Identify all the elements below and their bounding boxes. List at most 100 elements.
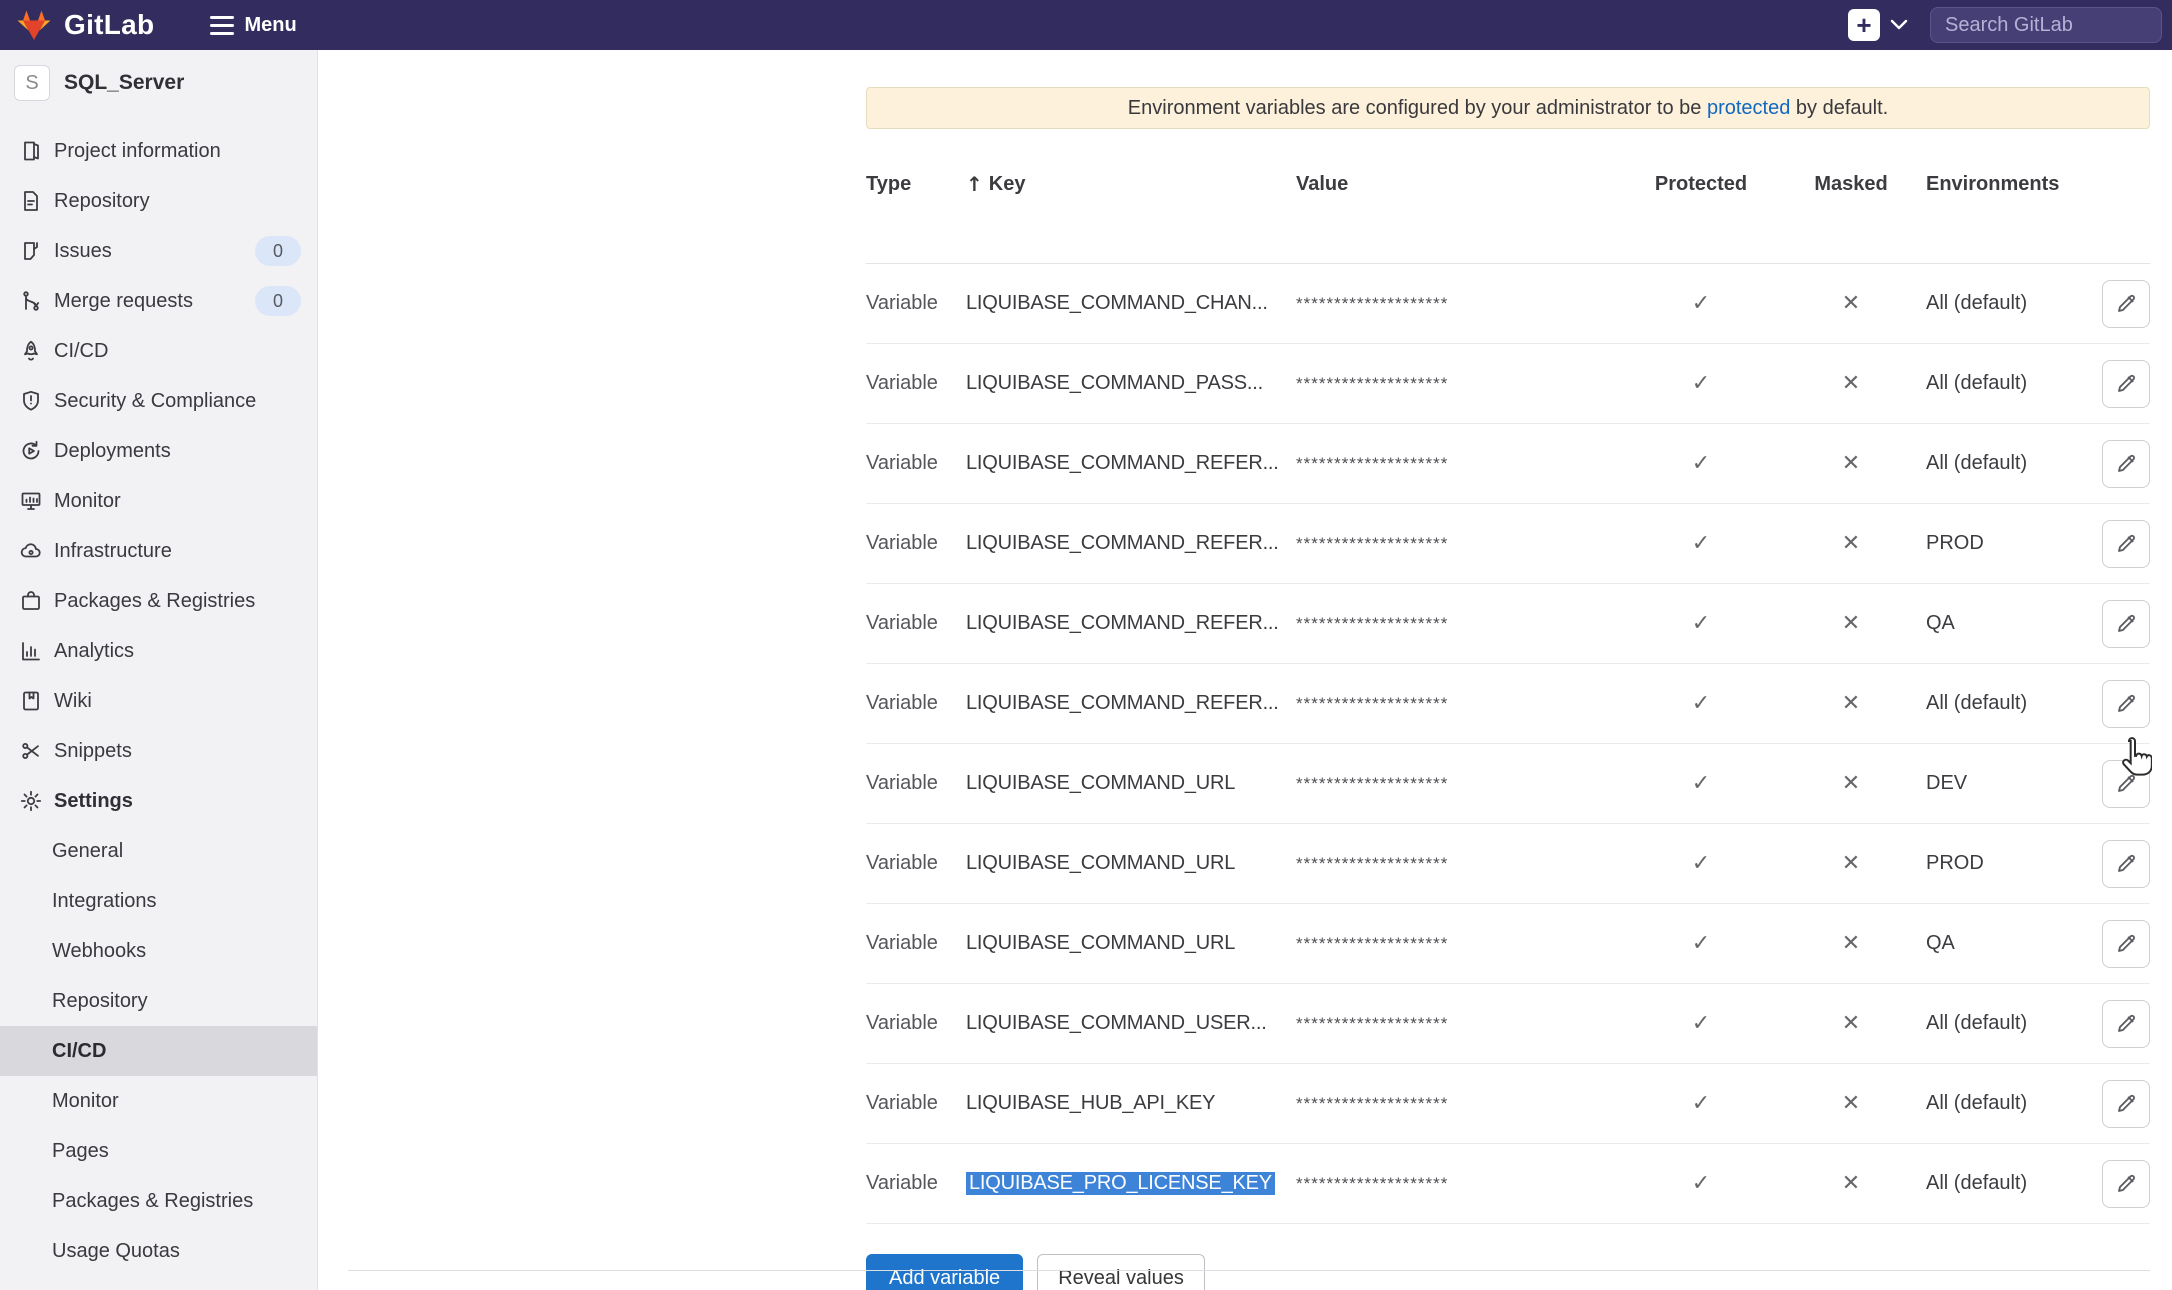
variable-key: LIQUIBASE_COMMAND_PASS... <box>966 372 1296 395</box>
edit-variable-button[interactable] <box>2102 280 2150 328</box>
section-divider <box>348 1270 2150 1271</box>
project-avatar: S <box>14 65 50 101</box>
top-navbar: GitLab Menu + <box>0 0 2172 50</box>
sidebar-item-settings-usage-quotas[interactable]: Usage Quotas <box>0 1226 317 1276</box>
variable-type: Variable <box>866 1172 966 1195</box>
sidebar-item-snippets[interactable]: Snippets <box>0 726 317 776</box>
sidebar-item-repository[interactable]: Repository <box>0 176 317 226</box>
variable-row: Variable LIQUIBASE_COMMAND_REFER... ****… <box>866 424 2150 504</box>
variable-row: Variable LIQUIBASE_COMMAND_URL *********… <box>866 824 2150 904</box>
search-input[interactable] <box>1930 7 2162 43</box>
variable-row: Variable LIQUIBASE_COMMAND_CHAN... *****… <box>866 264 2150 344</box>
variable-row: Variable LIQUIBASE_HUB_API_KEY *********… <box>866 1064 2150 1144</box>
gitlab-wordmark: GitLab <box>64 9 154 41</box>
sidebar-item-label: Repository <box>54 190 317 213</box>
sidebar-item-settings-pages[interactable]: Pages <box>0 1126 317 1176</box>
menu-button[interactable]: Menu <box>210 14 296 37</box>
masked-x-icon: ✕ <box>1842 851 1860 876</box>
monitor-icon <box>18 488 44 514</box>
banner-text-after: by default. <box>1790 97 1888 119</box>
variable-environments: PROD <box>1926 852 2092 875</box>
edit-variable-button[interactable] <box>2102 920 2150 968</box>
variable-type: Variable <box>866 1092 966 1115</box>
sidebar-item-settings-ci-cd[interactable]: CI/CD <box>0 1026 317 1076</box>
sidebar-item-label: Usage Quotas <box>52 1240 317 1263</box>
edit-variable-button[interactable] <box>2102 680 2150 728</box>
masked-x-icon: ✕ <box>1842 931 1860 956</box>
edit-variable-button[interactable] <box>2102 1000 2150 1048</box>
protected-check-icon: ✓ <box>1692 451 1710 476</box>
column-header-type: Type <box>866 173 966 196</box>
protected-check-icon: ✓ <box>1692 531 1710 556</box>
protected-check-icon: ✓ <box>1692 851 1710 876</box>
sidebar-item-settings-general[interactable]: General <box>0 826 317 876</box>
masked-x-icon: ✕ <box>1842 1011 1860 1036</box>
sidebar-item-packages-registries[interactable]: Packages & Registries <box>0 576 317 626</box>
sidebar-item-settings-repository[interactable]: Repository <box>0 976 317 1026</box>
variable-masked-value: ******************** <box>1296 694 1626 714</box>
edit-variable-button[interactable] <box>2102 600 2150 648</box>
new-item-dropdown-chevron[interactable] <box>1890 19 1908 31</box>
pencil-icon <box>2114 292 2138 316</box>
sidebar-item-project-information[interactable]: Project information <box>0 126 317 176</box>
sidebar-item-infrastructure[interactable]: Infrastructure <box>0 526 317 576</box>
merge-icon <box>18 288 44 314</box>
pencil-icon <box>2114 932 2138 956</box>
reveal-values-button[interactable]: Reveal values <box>1037 1254 1205 1290</box>
sidebar-item-settings-packages-registries[interactable]: Packages & Registries <box>0 1176 317 1226</box>
variable-environments: DEV <box>1926 772 2092 795</box>
sidebar-item-settings[interactable]: Settings <box>0 776 317 826</box>
masked-x-icon: ✕ <box>1842 771 1860 796</box>
pencil-icon <box>2114 452 2138 476</box>
gear-icon <box>18 788 44 814</box>
edit-variable-button[interactable] <box>2102 440 2150 488</box>
protected-link[interactable]: protected <box>1707 97 1790 119</box>
edit-variable-button[interactable] <box>2102 520 2150 568</box>
edit-variable-button[interactable] <box>2102 840 2150 888</box>
hamburger-icon <box>210 16 234 35</box>
chevron-down-icon <box>1890 19 1908 31</box>
sidebar-item-label: CI/CD <box>52 1040 317 1063</box>
project-header[interactable]: S SQL_Server <box>0 50 317 112</box>
edit-variable-button[interactable] <box>2102 1080 2150 1128</box>
sidebar-item-deployments[interactable]: Deployments <box>0 426 317 476</box>
variable-environments: QA <box>1926 612 2092 635</box>
column-header-masked: Masked <box>1814 173 1887 196</box>
sidebar-item-label: Merge requests <box>54 290 245 313</box>
variable-environments: All (default) <box>1926 1012 2092 1035</box>
sidebar-item-monitor[interactable]: Monitor <box>0 476 317 526</box>
sidebar-item-security-compliance[interactable]: Security & Compliance <box>0 376 317 426</box>
variable-key: LIQUIBASE_COMMAND_URL <box>966 852 1296 875</box>
variable-masked-value: ******************** <box>1296 1094 1626 1114</box>
sidebar-item-settings-webhooks[interactable]: Webhooks <box>0 926 317 976</box>
variable-environments: All (default) <box>1926 372 2092 395</box>
edit-variable-button[interactable] <box>2102 1160 2150 1208</box>
variable-environments: PROD <box>1926 532 2092 555</box>
gitlab-logo[interactable]: GitLab <box>16 8 154 42</box>
sidebar-item-merge-requests[interactable]: Merge requests0 <box>0 276 317 326</box>
sidebar-item-wiki[interactable]: Wiki <box>0 676 317 726</box>
variable-row: Variable LIQUIBASE_COMMAND_REFER... ****… <box>866 504 2150 584</box>
sidebar-item-issues[interactable]: Issues0 <box>0 226 317 276</box>
pencil-icon <box>2114 692 2138 716</box>
variable-key: LIQUIBASE_HUB_API_KEY <box>966 1092 1296 1115</box>
sidebar-item-label: Infrastructure <box>54 540 317 563</box>
banner-text: Environment variables are configured by … <box>1128 97 1707 119</box>
sidebar-item-label: Packages & Registries <box>54 590 317 613</box>
sidebar-item-settings-integrations[interactable]: Integrations <box>0 876 317 926</box>
new-item-button[interactable]: + <box>1848 9 1880 41</box>
sort-ascending-icon: ↑ <box>966 172 983 196</box>
deploy-icon <box>18 438 44 464</box>
pencil-icon <box>2114 532 2138 556</box>
sidebar-item-settings-monitor[interactable]: Monitor <box>0 1076 317 1126</box>
variable-key: LIQUIBASE_COMMAND_REFER... <box>966 612 1296 635</box>
add-variable-button[interactable]: Add variable <box>866 1254 1023 1290</box>
sidebar-item-label: Project information <box>54 140 317 163</box>
variable-type: Variable <box>866 372 966 395</box>
edit-variable-button[interactable] <box>2102 760 2150 808</box>
column-header-key[interactable]: ↑ Key <box>966 172 1296 196</box>
doc-icon <box>18 188 44 214</box>
sidebar-item-analytics[interactable]: Analytics <box>0 626 317 676</box>
sidebar-item-ci-cd[interactable]: CI/CD <box>0 326 317 376</box>
edit-variable-button[interactable] <box>2102 360 2150 408</box>
